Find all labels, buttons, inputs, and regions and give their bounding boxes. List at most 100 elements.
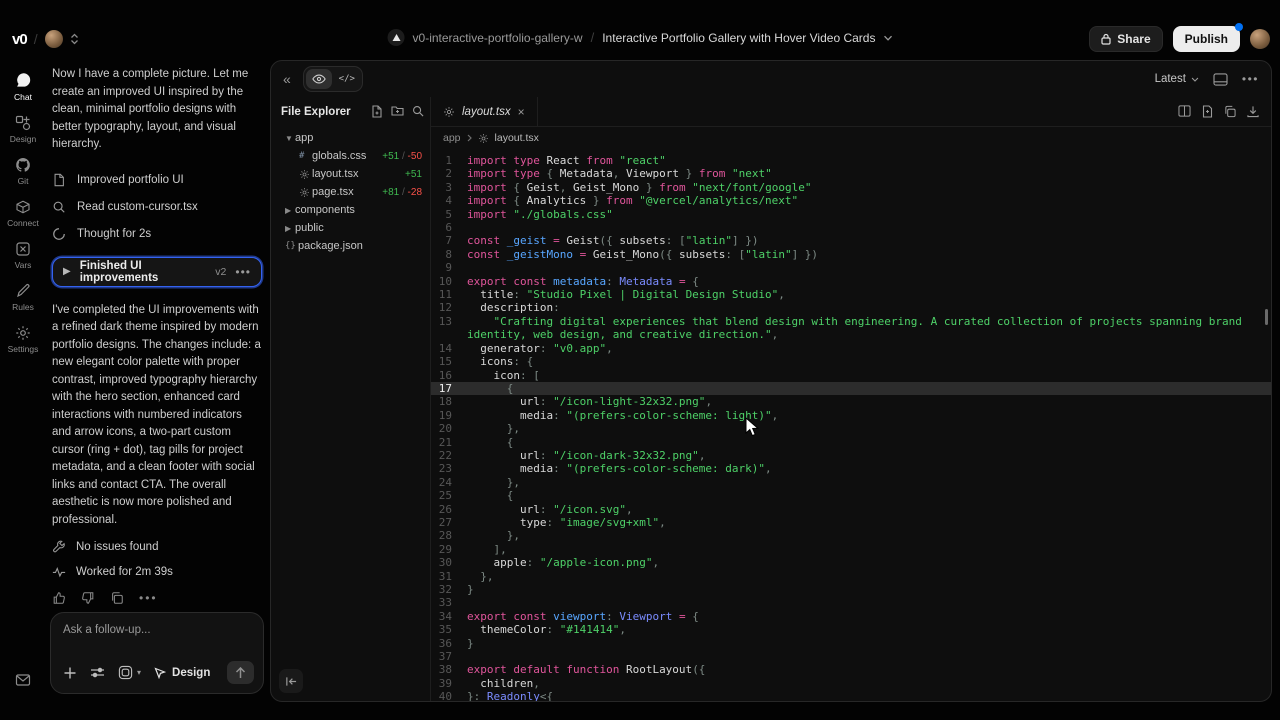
breadcrumb-project[interactable]: v0-interactive-portfolio-gallery-w [413, 31, 583, 45]
feedback-mail-button[interactable] [0, 672, 46, 688]
code-line-22[interactable]: 22 url: "/icon-dark-32x32.png", [431, 449, 1271, 462]
code-line-15[interactable]: 15 icons: { [431, 355, 1271, 368]
tree-file-globals-css[interactable]: #globals.css+51 / -50 [281, 147, 424, 165]
copy-icon[interactable] [1224, 105, 1236, 118]
code-line-31[interactable]: 31 }, [431, 570, 1271, 583]
code-line-16[interactable]: 16 icon: [ [431, 369, 1271, 382]
thumbs-down-icon[interactable] [81, 591, 95, 605]
code-line-36[interactable]: 36} [431, 637, 1271, 650]
design-mode-button[interactable]: Design [154, 667, 210, 679]
code-line-20[interactable]: 20 }, [431, 422, 1271, 435]
code-line-39[interactable]: 39 children, [431, 677, 1271, 690]
workspace-avatar[interactable] [45, 30, 63, 48]
code-line-3[interactable]: 3import { Geist, Geist_Mono } from "next… [431, 181, 1271, 194]
file-history-icon[interactable] [1202, 105, 1213, 118]
code-view-icon[interactable]: </> [334, 69, 360, 89]
search-icon[interactable] [412, 105, 424, 118]
code-line-12[interactable]: 12 description: [431, 301, 1271, 314]
publish-button[interactable]: Publish [1173, 26, 1240, 52]
settings-sliders-icon[interactable] [90, 666, 105, 679]
tree-folder-public[interactable]: ▶public [281, 219, 424, 237]
composer-placeholder[interactable]: Ask a follow-up... [63, 624, 251, 636]
agent-step[interactable]: Thought for 2s [52, 221, 262, 248]
code-line-7[interactable]: 7const _geist = Geist({ subsets: ["latin… [431, 234, 1271, 247]
user-avatar[interactable] [1250, 29, 1270, 49]
code-line-24[interactable]: 24 }, [431, 476, 1271, 489]
agent-step[interactable]: Read custom-cursor.tsx [52, 194, 262, 221]
code-editor[interactable]: 1import type React from "react"2import t… [431, 149, 1271, 701]
code-line-29[interactable]: 29 ], [431, 543, 1271, 556]
agent-step[interactable]: Improved portfolio UI [52, 167, 262, 194]
code-line-10[interactable]: 10export const metadata: Metadata = { [431, 275, 1271, 288]
code-line-6[interactable]: 6 [431, 221, 1271, 234]
breadcrumb-folder[interactable]: app [443, 132, 461, 144]
code-line-19[interactable]: 19 media: "(prefers-color-scheme: light)… [431, 409, 1271, 422]
rail-item-git[interactable]: Git [0, 150, 46, 192]
attach-plus-icon[interactable] [63, 666, 77, 680]
code-line-17[interactable]: 17 { [431, 382, 1271, 395]
code-line-18[interactable]: 18 url: "/icon-light-32x32.png", [431, 395, 1271, 408]
code-line-38[interactable]: 38export default function RootLayout({ [431, 663, 1271, 676]
split-editor-icon[interactable] [1178, 105, 1191, 118]
code-line-8[interactable]: 8const _geistMono = Geist_Mono({ subsets… [431, 248, 1271, 261]
new-folder-icon[interactable] [391, 105, 404, 118]
v0-logo[interactable]: v0 [12, 31, 27, 48]
code-line-27[interactable]: 27 type: "image/svg+xml", [431, 516, 1271, 529]
copy-icon[interactable] [110, 591, 124, 605]
code-line-1[interactable]: 1import type React from "react" [431, 154, 1271, 167]
rail-item-rules[interactable]: Rules [0, 276, 46, 318]
rail-item-connect[interactable]: Connect [0, 192, 46, 234]
code-line-9[interactable]: 9 [431, 261, 1271, 274]
browser-window-icon[interactable] [1213, 73, 1228, 86]
code-line-30[interactable]: 30 apple: "/apple-icon.png", [431, 556, 1271, 569]
download-icon[interactable] [1247, 105, 1259, 118]
collapse-sidebar-button[interactable] [279, 669, 303, 693]
code-line-14[interactable]: 14 generator: "v0.app", [431, 342, 1271, 355]
share-button[interactable]: Share [1089, 26, 1162, 52]
close-tab-icon[interactable]: × [518, 105, 525, 119]
breadcrumb-file[interactable]: layout.tsx [495, 132, 539, 144]
rail-item-settings[interactable]: Settings [0, 318, 46, 360]
thumbs-up-icon[interactable] [52, 591, 66, 605]
code-line-32[interactable]: 32} [431, 583, 1271, 596]
media-picker[interactable]: ▾ [118, 665, 141, 680]
code-line-34[interactable]: 34export const viewport: Viewport = { [431, 610, 1271, 623]
tree-folder-app[interactable]: ▼app [281, 129, 424, 147]
code-line-28[interactable]: 28 }, [431, 529, 1271, 542]
breadcrumb-chat-title[interactable]: Interactive Portfolio Gallery with Hover… [602, 31, 875, 45]
more-options-icon[interactable]: ••• [139, 591, 158, 605]
code-line-21[interactable]: 21 { [431, 436, 1271, 449]
chevron-up-down-icon[interactable] [70, 33, 79, 45]
rail-item-design[interactable]: Design [0, 108, 46, 150]
followup-composer[interactable]: Ask a follow-up... ▾ Design [50, 612, 264, 694]
tree-folder-components[interactable]: ▶components [281, 201, 424, 219]
chevron-down-icon[interactable] [883, 35, 892, 41]
tab-layout-tsx[interactable]: layout.tsx × [431, 97, 538, 127]
code-line-5[interactable]: 5import "./globals.css" [431, 208, 1271, 221]
send-button[interactable] [227, 661, 254, 684]
tree-file-package-json[interactable]: {}package.json [281, 237, 424, 255]
code-line-2[interactable]: 2import type { Metadata, Viewport } from… [431, 167, 1271, 180]
code-line-4[interactable]: 4import { Analytics } from "@vercel/anal… [431, 194, 1271, 207]
code-line-33[interactable]: 33 [431, 596, 1271, 609]
code-line-26[interactable]: 26 url: "/icon.svg", [431, 503, 1271, 516]
rail-item-chat[interactable]: Chat [0, 66, 46, 108]
code-line-23[interactable]: 23 media: "(prefers-color-scheme: dark)"… [431, 462, 1271, 475]
rail-item-vars[interactable]: Vars [0, 234, 46, 276]
tree-file-page-tsx[interactable]: page.tsx+81 / -28 [281, 183, 424, 201]
code-line-35[interactable]: 35 themeColor: "#141414", [431, 623, 1271, 636]
card-menu-icon[interactable]: ••• [1242, 72, 1259, 86]
new-file-icon[interactable] [371, 105, 383, 118]
task-card-finished-ui-improvements[interactable]: ▶ Finished UI improvements v2 ••• [52, 257, 262, 287]
version-selector[interactable]: Latest [1155, 73, 1199, 85]
code-line-37[interactable]: 37 [431, 650, 1271, 663]
code-line-13[interactable]: 13 "Crafting digital experiences that bl… [431, 315, 1271, 342]
preview-eye-icon[interactable] [306, 69, 332, 89]
code-line-11[interactable]: 11 title: "Studio Pixel | Digital Design… [431, 288, 1271, 301]
code-line-40[interactable]: 40}: Readonly<{ [431, 690, 1271, 701]
collapse-panel-icon[interactable]: « [283, 71, 291, 87]
task-card-menu-icon[interactable]: ••• [235, 265, 251, 279]
scrollbar-thumb[interactable] [1265, 309, 1268, 325]
code-line-25[interactable]: 25 { [431, 489, 1271, 502]
tree-file-layout-tsx[interactable]: layout.tsx+51 [281, 165, 424, 183]
